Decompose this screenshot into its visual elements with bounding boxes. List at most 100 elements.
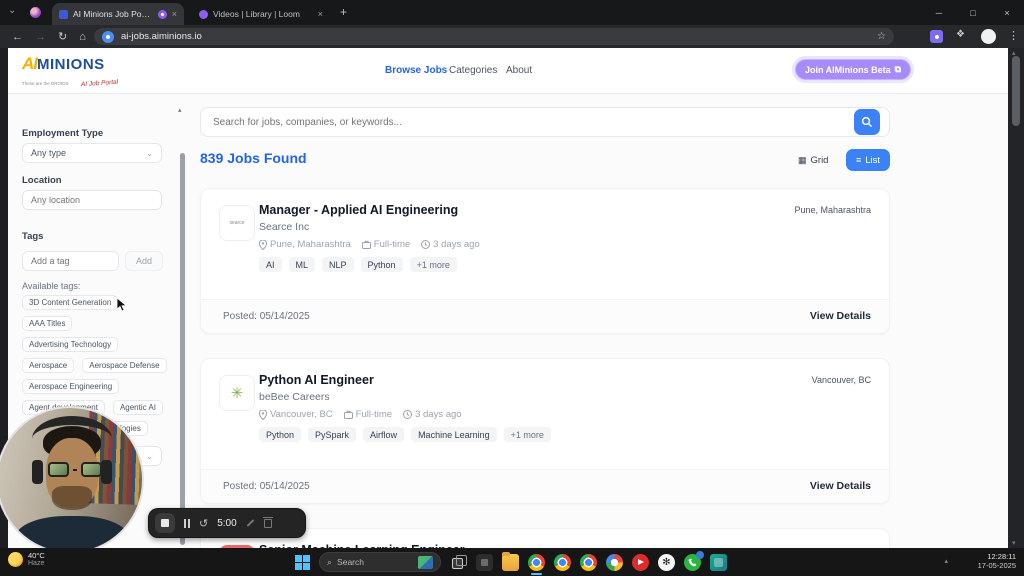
nav-browse-jobs[interactable]: Browse Jobs	[385, 65, 447, 76]
external-link-icon: ⧉	[895, 64, 901, 75]
page-scrollbar-track[interactable]: ▴ ▾	[1008, 48, 1024, 548]
job-tag[interactable]: AI	[259, 257, 282, 272]
bookmark-star-icon[interactable]: ☆	[877, 31, 886, 42]
reload-icon[interactable]: ↻	[58, 30, 67, 43]
job-card-footer: Posted: 05/14/2025 View Details	[201, 469, 889, 503]
back-icon[interactable]: ←	[12, 31, 23, 43]
tag-pill[interactable]: AAA Titles	[22, 316, 72, 331]
job-tag[interactable]: ML	[289, 257, 316, 272]
url-bar[interactable]: ai-jobs.aiminions.io ☆	[94, 28, 894, 45]
location-input[interactable]	[31, 195, 153, 205]
search-icon	[861, 116, 873, 128]
page-scrollbar-thumb[interactable]	[1012, 56, 1020, 126]
list-label: List	[865, 155, 880, 166]
site-favicon	[102, 31, 114, 43]
tab-ai-minions[interactable]: AI Minions Job Portal | Fin ×	[52, 3, 184, 25]
search-highlight-thumbnail	[418, 556, 433, 569]
job-tag-more[interactable]: +1 more	[504, 427, 551, 442]
start-button[interactable]	[295, 555, 310, 570]
url-text[interactable]: ai-jobs.aiminions.io	[121, 31, 202, 42]
window-close-button[interactable]: ×	[990, 0, 1024, 25]
home-icon[interactable]: ⌂	[79, 31, 86, 43]
tab-close-icon[interactable]: ×	[318, 9, 323, 19]
job-card[interactable]: searce Manager - Applied AI Engineering …	[200, 188, 890, 334]
job-card[interactable]: ✳ Python AI Engineer beBee Careers Vanco…	[200, 358, 890, 504]
profile-avatar[interactable]	[981, 29, 996, 44]
location-pin-icon	[259, 240, 267, 250]
person-glasses	[48, 462, 102, 477]
tray-chevron-icon[interactable]: ▴	[944, 557, 948, 565]
job-tag[interactable]: Python	[259, 427, 301, 442]
webcam-overlay[interactable]	[0, 406, 144, 554]
list-view-button[interactable]: ≡ List	[846, 149, 890, 171]
taskbar-search[interactable]: ⌕ Search	[319, 552, 441, 572]
whatsapp-icon[interactable]	[684, 554, 701, 571]
recording-indicator-icon[interactable]	[30, 7, 41, 18]
job-type: Full-time	[356, 409, 392, 420]
chevron-down-icon: ⌄	[146, 452, 153, 461]
stop-recording-button[interactable]	[155, 513, 175, 533]
tag-pill[interactable]: 3D Content Generation	[22, 295, 118, 310]
file-explorer-icon[interactable]	[502, 554, 519, 571]
job-tag[interactable]: Python	[361, 257, 403, 272]
job-title[interactable]: Manager - Applied AI Engineering	[259, 203, 458, 217]
chrome-icon[interactable]	[528, 554, 545, 571]
draw-tool-icon[interactable]	[246, 519, 254, 527]
job-tag[interactable]: PySpark	[308, 427, 356, 442]
job-search-input[interactable]	[213, 117, 877, 128]
chrome-profile-icon[interactable]	[606, 554, 623, 571]
job-posted-date: Posted: 05/14/2025	[223, 311, 310, 322]
search-button[interactable]	[854, 109, 880, 135]
loom-extension-button[interactable]	[930, 30, 943, 43]
scroll-down-icon[interactable]: ▾	[1012, 539, 1016, 547]
tag-pill[interactable]: Aerospace	[22, 358, 74, 373]
search-icon: ⌕	[327, 557, 332, 568]
sidebar-scroll-up-icon[interactable]: ▴	[178, 106, 182, 114]
browser-menu-icon[interactable]: ⋮	[1008, 29, 1019, 42]
employment-type-select[interactable]: Any type ⌄	[22, 143, 162, 163]
delete-recording-icon[interactable]	[264, 519, 272, 528]
job-meta: Pune, Maharashtra Full-time 3 days ago	[259, 239, 480, 250]
tag-pill[interactable]: Advertising Technology	[22, 337, 118, 352]
tab-close-icon[interactable]: ×	[172, 9, 177, 19]
view-details-button[interactable]: View Details	[810, 310, 871, 322]
job-tag[interactable]: Airflow	[363, 427, 404, 442]
tab-search-chevron-icon[interactable]: ⌄	[8, 5, 16, 16]
join-beta-button[interactable]: Join AIMinions Beta ⧉	[795, 59, 911, 80]
aiminions-logo[interactable]: AIMINIONS These are the DROIDS AI Job Po…	[22, 55, 118, 89]
add-tag-button[interactable]: Add	[125, 251, 163, 271]
tag-input[interactable]	[31, 256, 110, 266]
sidebar-scrollbar[interactable]	[180, 153, 185, 545]
grid-view-button[interactable]: ▦ Grid	[798, 149, 828, 171]
logo-tagline: These are the DROIDS	[22, 81, 69, 86]
chevron-down-icon: ⌄	[146, 149, 153, 158]
tag-pill[interactable]: Aerospace Defense	[82, 358, 166, 373]
tab-loom-library[interactable]: Videos | Library | Loom ×	[192, 3, 330, 25]
window-minimize-button[interactable]: ─	[922, 0, 956, 25]
youtube-icon[interactable]	[632, 554, 649, 571]
tag-pill[interactable]: Aerospace Engineering	[22, 379, 119, 394]
forward-icon[interactable]: →	[35, 31, 46, 43]
task-view-button[interactable]	[450, 554, 467, 571]
nav-about[interactable]: About	[506, 65, 532, 76]
job-tag-more[interactable]: +1 more	[410, 257, 457, 272]
taskbar-app-icon[interactable]	[710, 554, 727, 571]
job-tag[interactable]: Machine Learning	[411, 427, 497, 442]
chrome-icon[interactable]	[554, 554, 571, 571]
list-icon: ≡	[856, 155, 861, 165]
window-maximize-button[interactable]: □	[956, 0, 990, 25]
extensions-puzzle-icon[interactable]: ❖	[956, 29, 965, 40]
chatgpt-icon[interactable]: ✻	[658, 554, 675, 571]
job-title[interactable]: Python AI Engineer	[259, 373, 374, 387]
grid-icon: ▦	[798, 155, 807, 166]
restart-recording-icon[interactable]: ↺	[199, 517, 208, 530]
weather-widget[interactable]: 40°C Haze	[8, 551, 45, 568]
new-tab-button[interactable]: +	[340, 5, 347, 19]
job-tag[interactable]: NLP	[322, 257, 354, 272]
view-details-button[interactable]: View Details	[810, 480, 871, 492]
taskbar-clock[interactable]: 12:28:11 17-05-2025	[978, 552, 1016, 571]
pause-recording-button[interactable]	[184, 519, 190, 528]
chrome-icon[interactable]	[580, 554, 597, 571]
taskbar-app-icon[interactable]	[476, 554, 493, 571]
nav-categories[interactable]: Categories	[449, 65, 497, 76]
